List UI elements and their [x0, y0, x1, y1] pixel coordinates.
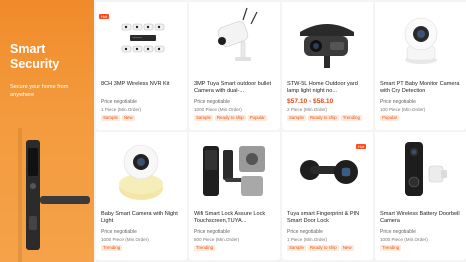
product-card[interactable]: 3MP Tuya Smart outdoor bullet Camera wit…	[189, 2, 280, 130]
doorbell-camera-image	[375, 132, 466, 206]
tag-list: Popular	[380, 115, 400, 121]
tag: Ready to ship	[214, 115, 246, 121]
hot-badge: Hot	[99, 14, 110, 19]
product-price: Price negotiable	[194, 229, 230, 235]
product-name[interactable]: 8CH 3MP Wireless NVR Kit	[101, 81, 185, 88]
product-card[interactable]: Wifi Smart Lock Assure Lock Touchscreen,…	[189, 132, 280, 260]
product-price: Price negotiable	[380, 229, 416, 235]
product-card[interactable]: Baby Smart Camera with Night Light Price…	[96, 132, 187, 260]
product-price: Price negotiable	[287, 229, 323, 235]
nvr-kit-image	[96, 2, 187, 76]
hot-badge: Hot	[356, 144, 367, 149]
yard-lamp-camera-image	[282, 2, 373, 76]
smart-lock-image	[189, 132, 280, 206]
product-name[interactable]: Smart Wireless Battery Doorbell Camera	[380, 211, 464, 225]
product-card[interactable]: STW-5L Home Outdoor yard lamp light nigh…	[282, 2, 373, 130]
tag: Sample	[287, 245, 306, 251]
product-card[interactable]: Hot Tuya smart Fingerprint & PIN Smart D…	[282, 132, 373, 260]
banner-subtitle: Secure your home from anywhere	[10, 84, 69, 98]
tag: Sample	[287, 115, 306, 121]
product-name[interactable]: Smart PT Baby Monitor Camera with Cry De…	[380, 81, 464, 95]
tag: Trending	[194, 245, 216, 251]
tag: Trending	[340, 115, 362, 121]
banner-title: Smart Security	[10, 42, 60, 71]
tag-list: Trending	[101, 245, 123, 251]
product-price: Price negotiable	[194, 99, 230, 105]
product-price: $57.10 - $58.10	[287, 98, 334, 105]
min-order: 1 Piece (Min.Order)	[287, 237, 328, 242]
tag-list: Sample Ready to ship New	[287, 245, 354, 251]
bullet-camera-image	[189, 2, 280, 76]
min-order: 1000 Piece (Min.Order)	[380, 237, 428, 242]
product-name[interactable]: Wifi Smart Lock Assure Lock Touchscreen,…	[194, 211, 278, 225]
tag: Ready to ship	[307, 115, 339, 121]
min-order: 1000 Piece (Min.Order)	[194, 107, 242, 112]
tag: Sample	[194, 115, 213, 121]
min-order: 100 Piece (Min.Order)	[380, 107, 426, 112]
tag-list: Trending	[194, 245, 216, 251]
tag: New	[121, 115, 135, 121]
tag: Ready to ship	[307, 245, 339, 251]
product-grid: Hot 8CH 3MP Wireless NVR Kit Price negot…	[94, 0, 466, 262]
product-name[interactable]: 3MP Tuya Smart outdoor bullet Camera wit…	[194, 81, 278, 95]
promo-banner[interactable]: Smart Security Secure your home from any…	[0, 0, 94, 262]
smart-lock-image	[18, 128, 90, 262]
tag-list: Sample Ready to ship Trending	[287, 115, 362, 121]
product-price: Price negotiable	[101, 99, 137, 105]
tag-list: Sample Ready to ship Popular	[194, 115, 267, 121]
tag-list: Sample New	[101, 115, 135, 121]
baby-monitor-image	[375, 2, 466, 76]
tag: Trending	[380, 245, 402, 251]
min-order: 2 Piece (Min.Order)	[287, 107, 328, 112]
tag: Trending	[101, 245, 123, 251]
tag: Sample	[101, 115, 120, 121]
night-light-camera-image	[96, 132, 187, 206]
product-card[interactable]: Smart PT Baby Monitor Camera with Cry De…	[375, 2, 466, 130]
min-order: 500 Piece (Min.Order)	[194, 237, 240, 242]
product-card[interactable]: Smart Wireless Battery Doorbell Camera P…	[375, 132, 466, 260]
tag: New	[340, 245, 354, 251]
min-order: 1000 Piece (Min.Order)	[101, 237, 149, 242]
product-price: Price negotiable	[101, 229, 137, 235]
product-name[interactable]: Tuya smart Fingerprint & PIN Smart Door …	[287, 211, 371, 225]
tag-list: Trending	[380, 245, 402, 251]
product-card[interactable]: Hot 8CH 3MP Wireless NVR Kit Price negot…	[96, 2, 187, 130]
min-order: 1 Piece (Min.Order)	[101, 107, 142, 112]
tag: Popular	[247, 115, 267, 121]
product-name[interactable]: Baby Smart Camera with Night Light	[101, 211, 185, 225]
product-price: Price negotiable	[380, 99, 416, 105]
tag: Popular	[380, 115, 400, 121]
product-name[interactable]: STW-5L Home Outdoor yard lamp light nigh…	[287, 81, 371, 95]
